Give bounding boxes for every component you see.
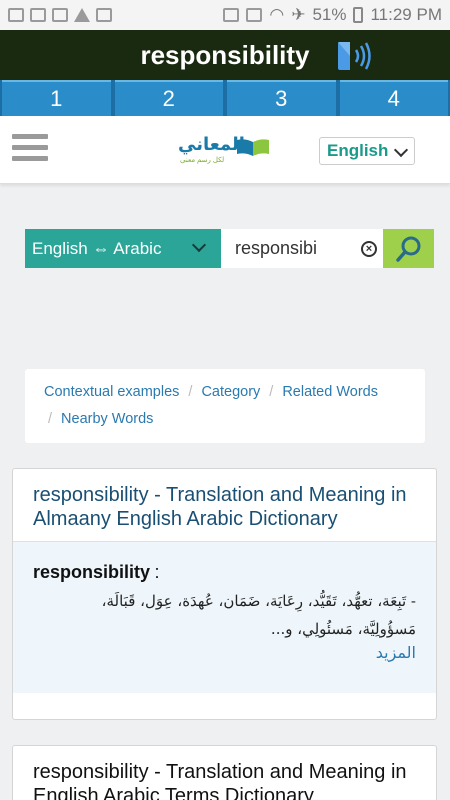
word-banner: responsibility	[0, 30, 450, 80]
warning-icon	[74, 8, 90, 22]
result-title[interactable]: responsibility - Translation and Meaning…	[13, 469, 436, 542]
clock: 11:29 PM	[370, 5, 442, 24]
close-app-icon	[96, 8, 112, 22]
result-meaning: - تَبِعَة، تعهُّد، تَقَيُّد، رِعَايَة، ض…	[33, 587, 416, 643]
direction-label: English ⇔ Arabic	[32, 238, 162, 258]
tab-3[interactable]: 3	[227, 80, 336, 116]
logo-text: المعاني	[178, 134, 245, 154]
result-term: responsibility	[33, 562, 151, 582]
alarm-icon	[223, 8, 240, 22]
logo-subtext: لكل رسم معنى	[180, 157, 225, 164]
tab-4[interactable]: 4	[339, 80, 448, 116]
search-bar: English ⇔ Arabic ×	[25, 229, 434, 268]
meaning-line: - تَبِعَة، تعهُّد، تَقَيُّد، رِعَايَة، ض…	[101, 592, 416, 610]
search-button[interactable]	[383, 229, 434, 268]
more-link[interactable]: المزيد	[33, 643, 416, 663]
result-title[interactable]: responsibility - Translation and Meaning…	[13, 746, 436, 800]
section-links: Contextual examples / Category / Related Wor…	[25, 369, 425, 443]
wifi-icon: ◠	[269, 5, 285, 24]
result-card: responsibility - Translation and Meaning…	[12, 468, 437, 720]
result-body: responsibility : - تَبِعَة، تعهُّد، تَقَ…	[13, 542, 436, 693]
chevron-down-icon	[191, 237, 207, 253]
site-header: المعاني لكل رسم معنى English	[0, 116, 450, 184]
vibrate-icon	[246, 8, 263, 22]
link-related-words[interactable]: Related Words	[282, 384, 378, 400]
language-label: English	[327, 141, 389, 160]
battery-percent: 51%	[312, 5, 347, 24]
notification-icons	[8, 8, 112, 22]
meaning-line: مَسؤُولِيَّة، مَسئُولِي، و...	[270, 620, 416, 638]
battery-icon	[353, 7, 364, 23]
banner-word: responsibility	[140, 39, 310, 70]
airplane-icon: ✈	[291, 5, 306, 24]
chevron-down-icon	[393, 142, 409, 158]
tab-2[interactable]: 2	[114, 80, 223, 116]
number-tabs: 1 2 3 4	[0, 80, 450, 116]
clear-icon: ×	[361, 240, 377, 257]
dictionary-direction-select[interactable]: English ⇔ Arabic	[25, 229, 221, 268]
search-icon	[395, 236, 420, 262]
link-nearby-words[interactable]: Nearby Words	[61, 411, 153, 427]
notification-icon	[8, 8, 24, 22]
result-card: responsibility - Translation and Meaning…	[12, 745, 437, 800]
language-select[interactable]: English	[319, 137, 415, 165]
status-bar: ◠ ✈ 51% 11:29 PM	[0, 0, 450, 30]
book-icon	[237, 139, 269, 156]
search-input[interactable]	[221, 229, 355, 268]
chat-icon	[52, 8, 68, 22]
almaany-logo[interactable]: المعاني لكل رسم معنى	[178, 134, 273, 166]
tab-1[interactable]: 1	[2, 80, 111, 116]
link-category[interactable]: Category	[201, 384, 260, 400]
gallery-icon	[30, 8, 46, 22]
menu-icon[interactable]	[12, 134, 48, 164]
clear-button[interactable]: ×	[355, 229, 383, 268]
speaker-icon[interactable]	[336, 40, 374, 72]
link-contextual-examples[interactable]: Contextual examples	[44, 384, 179, 400]
